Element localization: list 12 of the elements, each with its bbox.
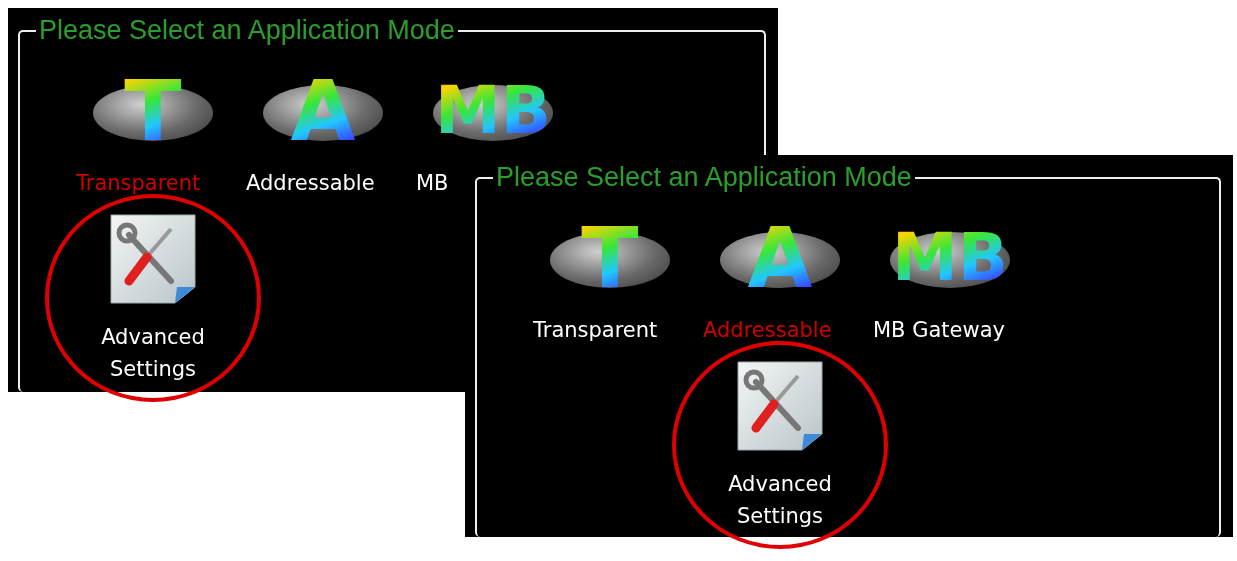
mode-label: Addressable (703, 317, 832, 344)
mode-button[interactable] (107, 211, 199, 307)
mode-label: Addressable (246, 170, 375, 197)
tools-icon (734, 358, 826, 454)
tools-icon (107, 211, 199, 307)
mode-label: MB Gateway (873, 317, 1005, 344)
mode-label: Transparent (76, 170, 201, 197)
mode-label: Transparent (533, 317, 658, 344)
mode-label: Advanced Settings (100, 324, 206, 383)
mode-button[interactable] (734, 358, 826, 454)
mode-label: Advanced Settings (727, 471, 833, 530)
mode-label: MB (416, 170, 449, 197)
